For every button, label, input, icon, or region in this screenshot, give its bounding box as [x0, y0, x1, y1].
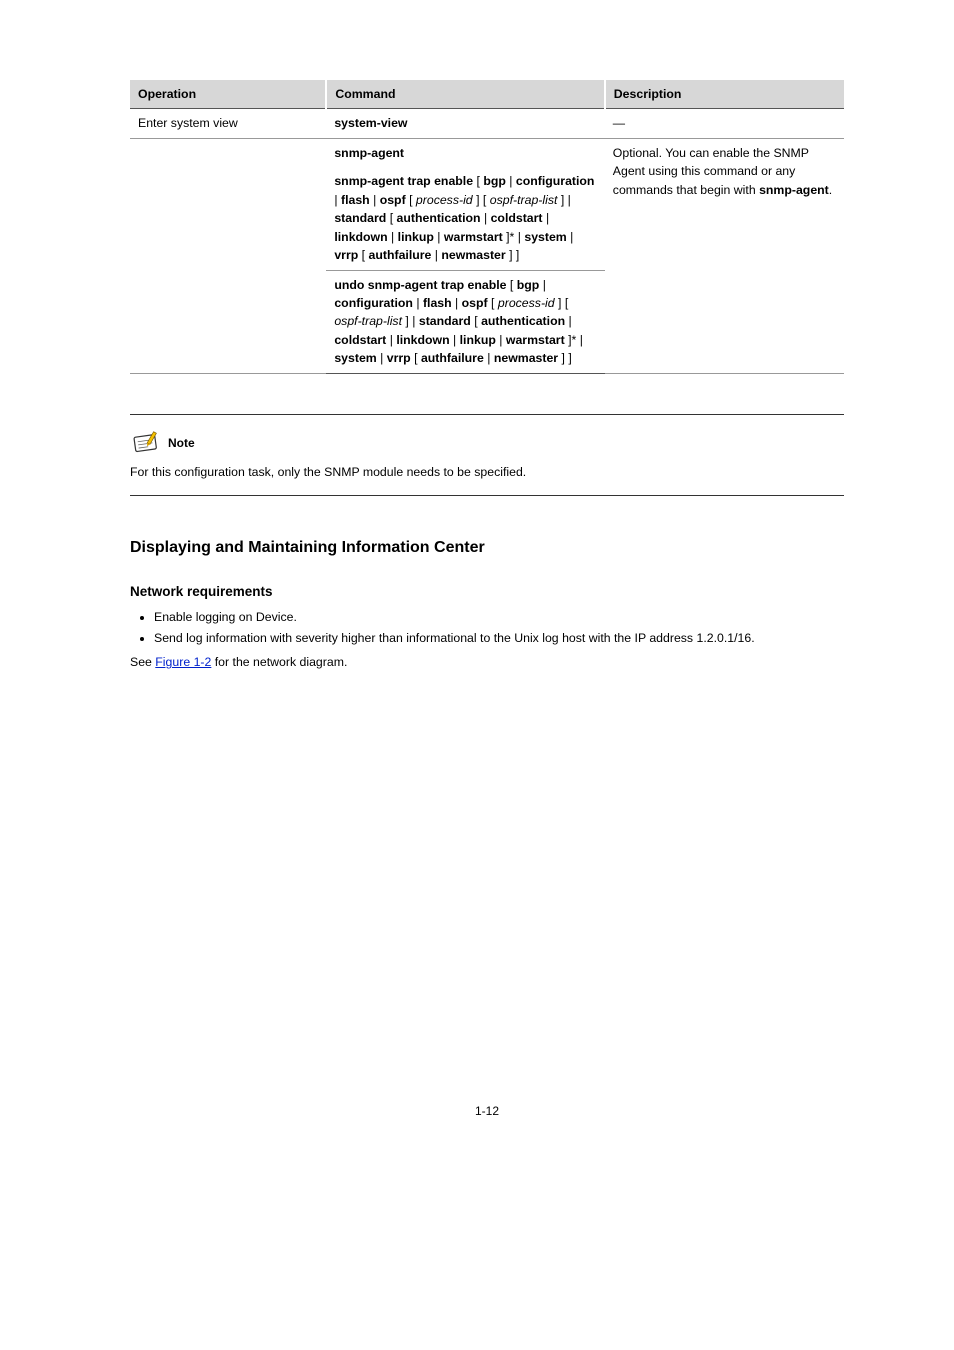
note-block: Note For this configuration task, only t…	[130, 414, 844, 496]
subsection-heading: Network requirements	[130, 582, 844, 602]
cmd-cell: snmp-agent	[326, 138, 604, 167]
desc-cell: Optional. You can enable the SNMP Agent …	[605, 138, 844, 373]
list-item: Enable logging on Device.	[154, 608, 844, 626]
cmd-cell: snmp-agent trap enable [ bgp | configura…	[326, 167, 604, 270]
list-item: Send log information with severity highe…	[154, 629, 844, 647]
cmd-cell: system-view	[326, 109, 604, 138]
op-cell: Enter system view	[130, 109, 326, 138]
note-icon	[130, 431, 162, 455]
figure-link[interactable]: Figure 1-2	[155, 655, 211, 669]
op-cell: Enable the SNMP agent	[130, 138, 326, 373]
col-operation: Operation	[130, 80, 326, 109]
note-label: Note	[168, 434, 195, 452]
cmd-cell: undo snmp-agent trap enable [ bgp | conf…	[326, 270, 604, 373]
page-number: 1-12	[130, 1102, 844, 1120]
command-table: Operation Command Description Enter syst…	[130, 80, 844, 374]
section-body: Network requirements Enable logging on D…	[130, 582, 844, 672]
requirements-list: Enable logging on Device. Send log infor…	[130, 608, 844, 647]
table-row: Enter system view system-view —	[130, 109, 844, 138]
col-command: Command	[326, 80, 604, 109]
desc-cell: —	[605, 109, 844, 138]
col-description: Description	[605, 80, 844, 109]
note-text: For this configuration task, only the SN…	[130, 463, 844, 481]
table-row: Enable the SNMP agent snmp-agent Optiona…	[130, 138, 844, 167]
figure-ref: See Figure 1-2 for the network diagram.	[130, 653, 844, 671]
section-heading: Displaying and Maintaining Information C…	[130, 536, 844, 560]
